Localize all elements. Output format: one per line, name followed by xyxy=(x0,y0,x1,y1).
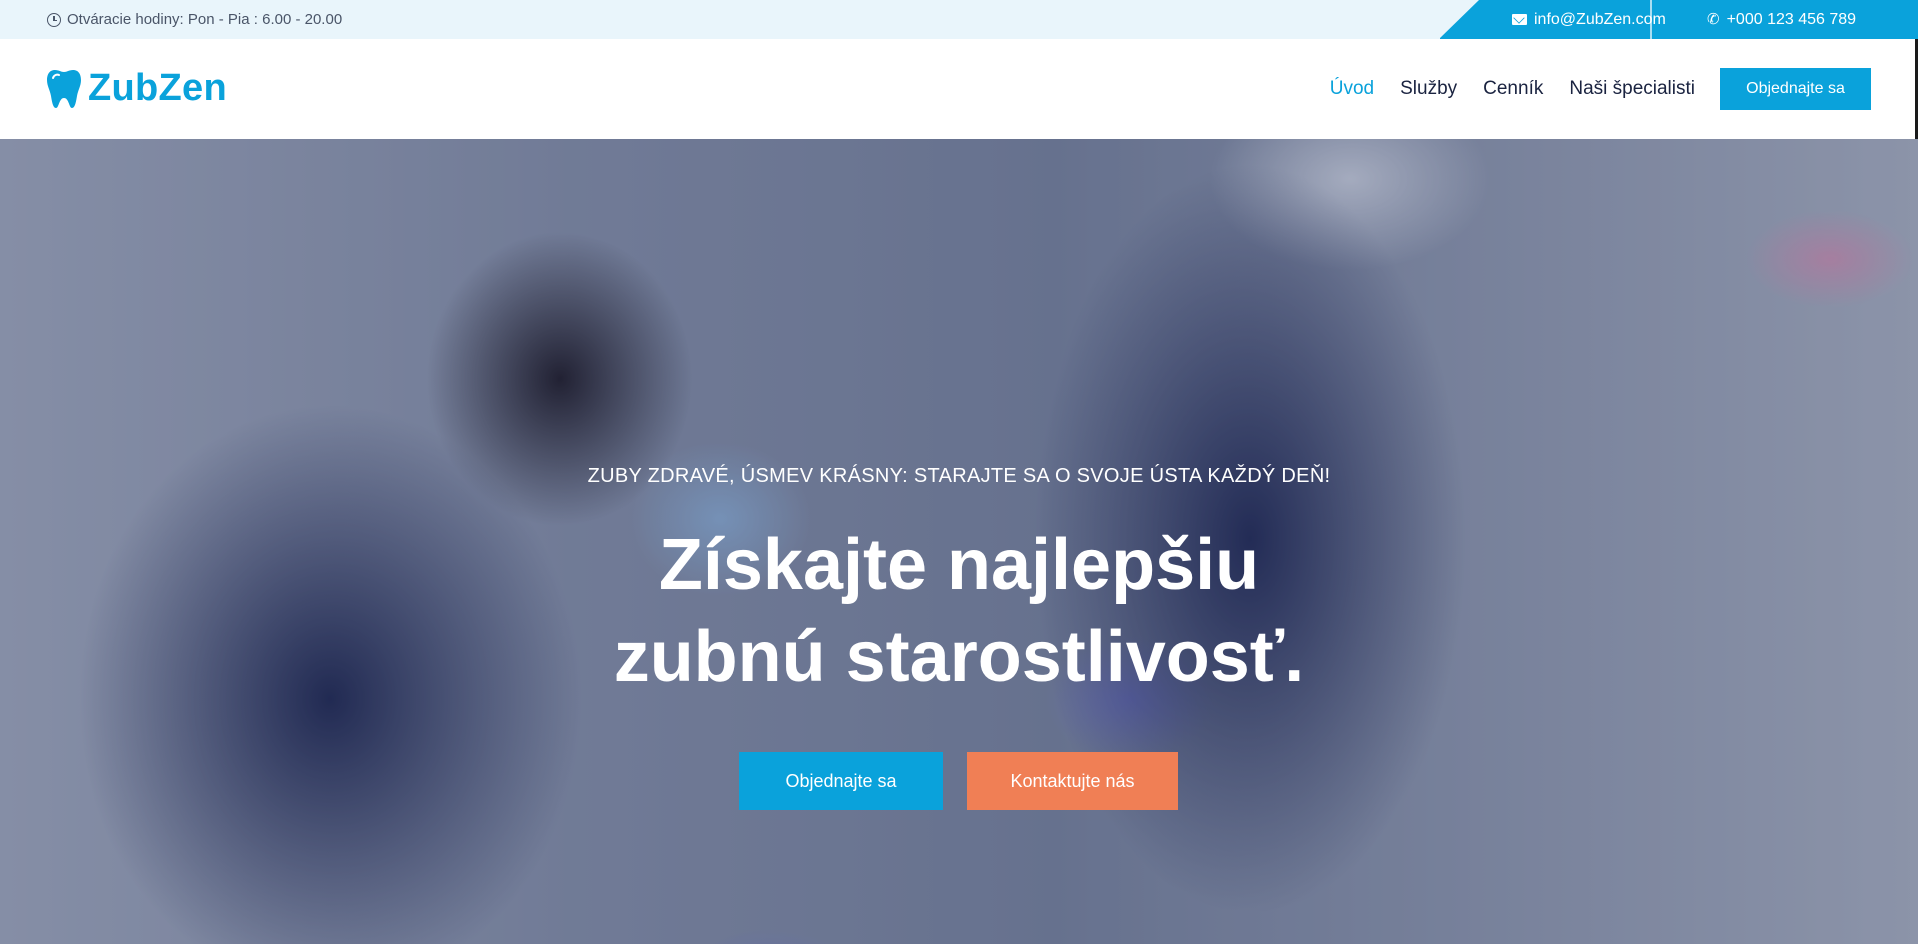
hero-book-button[interactable]: Objednajte sa xyxy=(739,752,943,810)
top-bar: Otváracie hodiny: Pon - Pia : 6.00 - 20.… xyxy=(0,0,1918,39)
logo[interactable]: ZubZen xyxy=(46,67,227,110)
contact-strip: info@ZubZen.com ✆ +000 123 456 789 xyxy=(1439,0,1918,39)
book-appointment-button[interactable]: Objednajte sa xyxy=(1720,68,1871,110)
phone-icon: ✆ xyxy=(1707,11,1720,28)
hero-headline-line1: Získajte najlepšiu xyxy=(658,525,1260,605)
contact-divider xyxy=(1650,0,1652,39)
email-text: info@ZubZen.com xyxy=(1534,10,1666,28)
opening-hours: Otváracie hodiny: Pon - Pia : 6.00 - 20.… xyxy=(47,0,342,39)
clock-icon xyxy=(47,12,61,27)
hero-buttons: Objednajte sa Kontaktujte nás xyxy=(739,752,1178,810)
nav-item-sluzby[interactable]: Služby xyxy=(1400,78,1457,100)
hero-content: ZUBY ZDRAVÉ, ÚSMEV KRÁSNY: STARAJTE SA O… xyxy=(0,139,1918,944)
nav-item-cennik[interactable]: Cenník xyxy=(1483,78,1543,100)
hero-headline-line2: zubnú starostlivosť. xyxy=(613,617,1305,697)
hero-contact-button[interactable]: Kontaktujte nás xyxy=(967,752,1178,810)
nav-item-specialisti[interactable]: Naši špecialisti xyxy=(1569,78,1695,100)
phone-text: +000 123 456 789 xyxy=(1726,10,1857,28)
nav-item-uvod[interactable]: Úvod xyxy=(1330,78,1374,100)
hero-headline: Získajte najlepšiu zubnú starostlivosť. xyxy=(0,519,1918,703)
hero-section: ZUBY ZDRAVÉ, ÚSMEV KRÁSNY: STARAJTE SA O… xyxy=(0,139,1918,944)
main-nav: Úvod Služby Cenník Naši špecialisti xyxy=(1330,39,1695,139)
tooth-icon xyxy=(47,69,81,108)
email-link[interactable]: info@ZubZen.com xyxy=(1512,0,1666,39)
opening-hours-text: Otváracie hodiny: Pon - Pia : 6.00 - 20.… xyxy=(67,11,343,28)
hero-eyebrow: ZUBY ZDRAVÉ, ÚSMEV KRÁSNY: STARAJTE SA O… xyxy=(587,465,1331,487)
site-header: ZubZen Úvod Služby Cenník Naši špecialis… xyxy=(0,39,1918,139)
envelope-icon xyxy=(1512,14,1527,25)
phone-link[interactable]: ✆ +000 123 456 789 xyxy=(1707,0,1856,39)
logo-text: ZubZen xyxy=(88,67,227,109)
